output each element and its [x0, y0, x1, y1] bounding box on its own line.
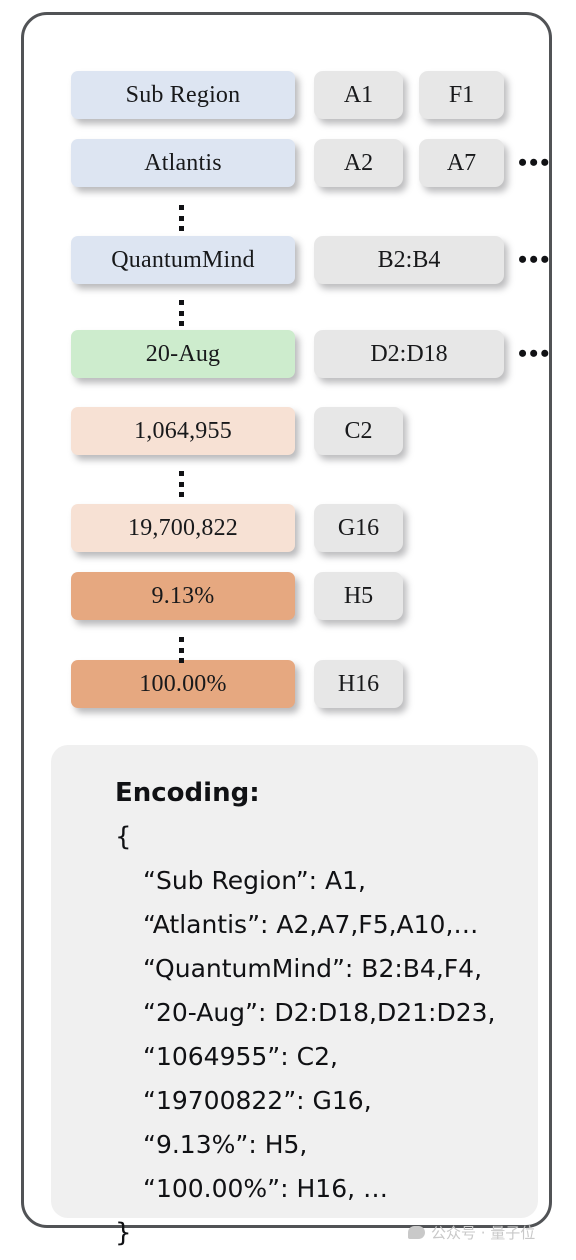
encoding-entry: “1064955”: C2,	[143, 1042, 338, 1071]
encoding-entry: “Atlantis”: A2,A7,F5,A10,…	[143, 910, 479, 939]
cell-reference-tag[interactable]: F1	[419, 71, 504, 119]
mapping-row: 100.00% H16	[24, 660, 555, 708]
mapping-row: Sub Region A1 F1	[24, 71, 555, 119]
cell-reference-tag[interactable]: A2	[314, 139, 403, 187]
mapping-rows: Sub Region A1 F1 Atlantis A2 A7 ••• QuantumMind…	[24, 15, 555, 715]
mapping-row: 1,064,955 C2	[24, 407, 555, 455]
cell-reference-tag[interactable]: A1	[314, 71, 403, 119]
value-pill[interactable]: QuantumMind	[71, 236, 295, 284]
value-pill[interactable]: 20-Aug	[71, 330, 295, 378]
cell-reference-tag[interactable]: C2	[314, 407, 403, 455]
diagram-card: Sub Region A1 F1 Atlantis A2 A7 ••• QuantumMind…	[21, 12, 555, 1248]
mapping-row: 19,700,822 G16	[24, 504, 555, 552]
encoding-entry: “20-Aug”: D2:D18,D21:D23,	[143, 998, 496, 1027]
cell-reference-tag[interactable]: H16	[314, 660, 403, 708]
value-pill[interactable]: 100.00%	[71, 660, 295, 708]
value-pill[interactable]: 1,064,955	[71, 407, 295, 455]
more-tags-ellipsis-icon: •••	[518, 148, 552, 177]
value-pill[interactable]: 9.13%	[71, 572, 295, 620]
watermark: 公众号 · 量子位	[408, 1222, 535, 1243]
encoding-entry: “100.00%”: H16, …	[143, 1174, 389, 1203]
vertical-ellipsis-icon	[169, 205, 193, 231]
value-pill[interactable]: Atlantis	[71, 139, 295, 187]
encoding-open-brace: {	[115, 822, 132, 852]
mapping-row: QuantumMind B2:B4 •••	[24, 236, 555, 284]
more-tags-ellipsis-icon: •••	[518, 339, 552, 368]
encoding-entry: “9.13%”: H5,	[143, 1130, 308, 1159]
cell-reference-tag[interactable]: G16	[314, 504, 403, 552]
cell-reference-tag[interactable]: D2:D18	[314, 330, 504, 378]
encoding-entry: “QuantumMind”: B2:B4,F4,	[143, 954, 483, 983]
cell-reference-tag[interactable]: B2:B4	[314, 236, 504, 284]
vertical-ellipsis-icon	[169, 471, 193, 497]
cell-reference-tag[interactable]: H5	[314, 572, 403, 620]
mapping-row: 9.13% H5	[24, 572, 555, 620]
encoding-entry: “Sub Region”: A1,	[143, 866, 366, 895]
watermark-text: 公众号 · 量子位	[431, 1224, 536, 1242]
chat-bubble-icon	[408, 1226, 425, 1239]
mapping-row: 20-Aug D2:D18 •••	[24, 330, 555, 378]
value-pill[interactable]: 19,700,822	[71, 504, 295, 552]
encoding-entry: “19700822”: G16,	[143, 1086, 372, 1115]
vertical-ellipsis-icon	[169, 637, 193, 663]
encoding-panel: Encoding: { “Sub Region”: A1, “Atlantis”:…	[51, 745, 538, 1248]
encoding-title: Encoding:	[115, 778, 260, 808]
mapping-row: Atlantis A2 A7 •••	[24, 139, 555, 187]
cell-reference-tag[interactable]: A7	[419, 139, 504, 187]
vertical-ellipsis-icon	[169, 300, 193, 326]
more-tags-ellipsis-icon: •••	[518, 245, 552, 274]
encoding-line-list: “Sub Region”: A1, “Atlantis”: A2,A7,F5,A1…	[51, 859, 538, 1211]
value-pill[interactable]: Sub Region	[71, 71, 295, 119]
